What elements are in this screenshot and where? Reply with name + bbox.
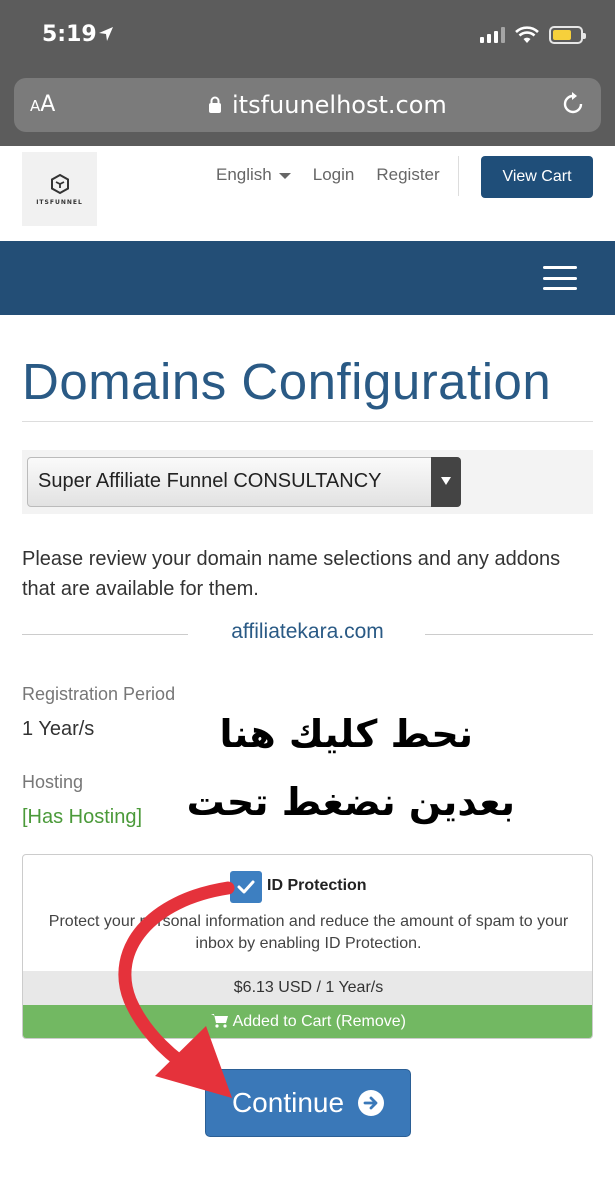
site-logo[interactable]: ITSFUNNEL — [22, 152, 97, 226]
wifi-icon — [515, 26, 539, 43]
addon-price: $6.13 USD / 1 Year/s — [23, 971, 592, 1005]
domain-header: affiliatekara.com — [22, 620, 593, 650]
url-text: itsfuunelhost.com — [232, 91, 447, 119]
browser-toolbar: AA itsfuunelhost.com — [0, 72, 615, 146]
addon-description: Protect your personal information and re… — [48, 913, 569, 952]
continue-label: Continue — [231, 1087, 345, 1118]
site-header: ITSFUNNEL English Login Register View Ca… — [0, 146, 615, 241]
shopping-cart-icon — [211, 1014, 229, 1028]
product-select-container: Super Affiliate Funnel CONSULTANCY — [22, 450, 593, 514]
chevron-down-icon[interactable] — [431, 457, 461, 507]
addon-title: ID Protection — [267, 877, 367, 894]
page-title: Domains Configuration — [22, 353, 552, 410]
logo-text: ITSFUNNEL — [36, 198, 83, 206]
address-bar[interactable]: AA itsfuunelhost.com — [14, 78, 601, 132]
language-dropdown[interactable]: English — [216, 165, 291, 185]
annotation-line-1: نحط كليك هنا — [219, 712, 473, 756]
cell-signal-icon — [480, 27, 505, 43]
reload-icon[interactable] — [559, 90, 587, 118]
text-size-button[interactable]: AA — [30, 92, 55, 117]
status-indicators — [480, 26, 586, 44]
addon-cart-status-text: Added to Cart (Remove) — [232, 1013, 406, 1030]
top-nav: English Login Register — [216, 165, 440, 185]
location-arrow-icon — [99, 27, 113, 41]
hosting-label: Hosting — [22, 772, 84, 792]
domain-divider-right — [425, 634, 593, 635]
registration-period-value: 1 Year/s — [22, 718, 95, 740]
annotation-line-2: بعدين نضغط تحت — [186, 780, 515, 824]
continue-button[interactable]: Continue — [205, 1069, 411, 1137]
title-divider — [22, 421, 593, 422]
main-nav-bar — [0, 241, 615, 315]
register-link[interactable]: Register — [376, 165, 439, 185]
id-protection-addon: ID Protection Protect your personal info… — [22, 854, 593, 1039]
lock-icon — [209, 96, 221, 113]
login-link[interactable]: Login — [313, 165, 355, 185]
checkmark-icon — [237, 880, 255, 894]
arrow-right-circle-icon — [358, 1090, 385, 1116]
nav-divider — [458, 156, 459, 196]
view-cart-button[interactable]: View Cart — [481, 156, 593, 198]
status-time: 5:19 — [42, 22, 97, 47]
domain-name: affiliatekara.com — [231, 620, 384, 643]
intro-text: Please review your domain name selection… — [22, 548, 561, 600]
logo-mark-icon — [50, 173, 69, 194]
registration-period-label: Registration Period — [22, 684, 176, 704]
product-select[interactable]: Super Affiliate Funnel CONSULTANCY — [27, 457, 461, 507]
product-select-value: Super Affiliate Funnel CONSULTANCY — [38, 470, 382, 492]
battery-icon — [549, 26, 586, 44]
hamburger-menu-icon[interactable] — [543, 266, 577, 290]
status-bar: 5:19 — [0, 0, 615, 72]
hosting-value: [Has Hosting] — [22, 806, 143, 828]
id-protection-checkbox[interactable] — [230, 871, 262, 903]
url-display[interactable]: itsfuunelhost.com — [208, 91, 447, 119]
addon-cart-status[interactable]: Added to Cart (Remove) — [23, 1005, 592, 1038]
